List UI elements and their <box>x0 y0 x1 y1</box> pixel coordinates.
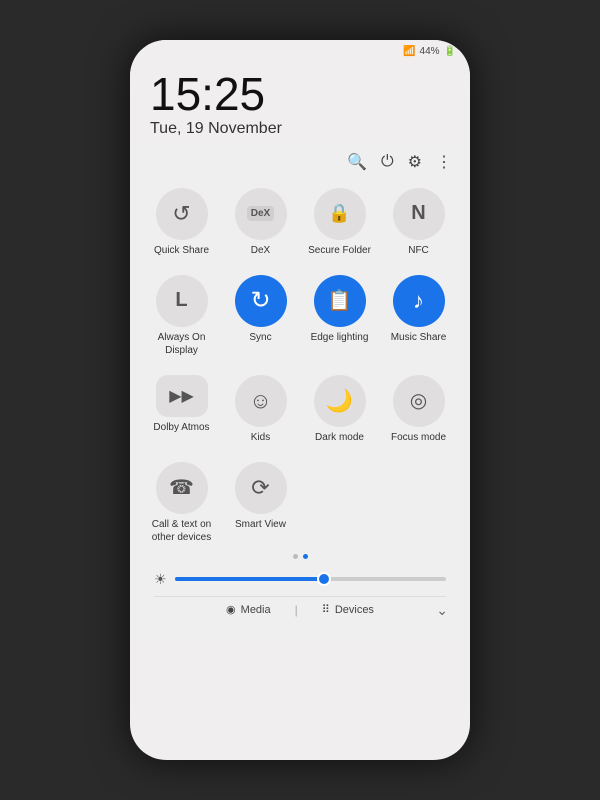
tile-kids[interactable]: ☺ Kids <box>223 367 298 450</box>
focus-mode-label: Focus mode <box>391 431 446 444</box>
tile-focus-mode[interactable]: ◎ Focus mode <box>381 367 456 450</box>
tile-sync[interactable]: ↻ Sync <box>223 267 298 363</box>
tiles-grid: ↺ Quick Share DeX DeX 🔒 Secure Folder N <box>140 180 460 550</box>
devices-label: Devices <box>335 604 374 616</box>
kids-label: Kids <box>251 431 270 444</box>
dex-icon: DeX <box>247 206 274 221</box>
smart-view-icon-wrap: ⟳ <box>235 462 287 514</box>
nfc-icon: N <box>411 202 425 225</box>
bar-divider: | <box>295 603 298 617</box>
music-share-icon: ♪ <box>413 288 424 314</box>
media-button[interactable]: ◉ Media <box>226 603 271 616</box>
dolby-atmos-label: Dolby Atmos <box>153 421 209 434</box>
kids-icon-wrap: ☺ <box>235 375 287 427</box>
brightness-fill <box>175 577 324 581</box>
always-on-display-icon-wrap: L <box>156 275 208 327</box>
page-dots <box>140 550 460 563</box>
kids-icon: ☺ <box>249 388 271 414</box>
clock-time: 15:25 <box>150 69 450 120</box>
tile-music-share[interactable]: ♪ Music Share <box>381 267 456 363</box>
bottom-bar: ◉ Media | ⠿ Devices <box>154 596 446 625</box>
tile-nfc[interactable]: N NFC <box>381 180 456 263</box>
dex-icon-wrap: DeX <box>235 188 287 240</box>
tile-call-text[interactable]: ☎ Call & text on other devices <box>144 454 219 550</box>
signal-icon: 📶 <box>403 46 415 57</box>
dark-mode-icon-wrap: 🌙 <box>314 375 366 427</box>
dark-mode-label: Dark mode <box>315 431 364 444</box>
settings-icon[interactable]: ⚙ <box>408 152 422 172</box>
status-icons: 📶 44% 🔋 <box>403 46 456 57</box>
dex-label: DeX <box>251 244 270 257</box>
dolby-atmos-icon-wrap: ▶▶ <box>156 375 208 417</box>
music-share-icon-wrap: ♪ <box>393 275 445 327</box>
quick-panel: 🔍 ⏻ ⚙ ⋮ ↺ Quick Share DeX DeX <box>130 146 470 637</box>
dark-mode-icon: 🌙 <box>326 388 353 414</box>
sync-icon-wrap: ↻ <box>235 275 287 327</box>
focus-mode-icon-wrap: ◎ <box>393 375 445 427</box>
smart-view-label: Smart View <box>235 518 286 531</box>
brightness-thumb <box>317 572 331 586</box>
chevron-down-icon[interactable]: ⌄ <box>436 602 448 619</box>
search-icon[interactable]: 🔍 <box>347 152 367 172</box>
page-dot-1 <box>293 554 298 559</box>
page-dot-2 <box>303 554 308 559</box>
battery-icon: 🔋 <box>444 46 456 57</box>
brightness-bar-section: ☀ <box>140 563 460 594</box>
phone-frame: 📶 44% 🔋 15:25 Tue, 19 November 🔍 ⏻ ⚙ ⋮ ↺… <box>130 40 470 760</box>
power-icon[interactable]: ⏻ <box>381 153 394 171</box>
secure-folder-icon: 🔒 <box>328 203 350 224</box>
edge-lighting-icon: 📋 <box>327 288 352 313</box>
quick-share-icon: ↺ <box>172 201 190 227</box>
quick-share-label: Quick Share <box>154 244 209 257</box>
nfc-icon-wrap: N <box>393 188 445 240</box>
tile-dark-mode[interactable]: 🌙 Dark mode <box>302 367 377 450</box>
secure-folder-label: Secure Folder <box>308 244 371 257</box>
bottom-nav-area: ◉ Media | ⠿ Devices ⌄ <box>140 594 460 627</box>
call-text-label: Call & text on other devices <box>146 518 217 544</box>
sync-label: Sync <box>249 331 271 344</box>
tile-edge-lighting[interactable]: 📋 Edge lighting <box>302 267 377 363</box>
panel-toolbar: 🔍 ⏻ ⚙ ⋮ <box>140 146 460 180</box>
tile-always-on-display[interactable]: L Always On Display <box>144 267 219 363</box>
quick-share-icon-wrap: ↺ <box>156 188 208 240</box>
edge-lighting-label: Edge lighting <box>311 331 369 344</box>
brightness-track[interactable] <box>175 577 446 581</box>
call-text-icon-wrap: ☎ <box>156 462 208 514</box>
clock-section: 15:25 Tue, 19 November <box>130 59 470 146</box>
always-on-display-icon: L <box>175 289 187 312</box>
devices-icon: ⠿ <box>322 603 330 616</box>
sync-icon: ↻ <box>250 286 270 315</box>
focus-mode-icon: ◎ <box>410 388 427 413</box>
status-bar: 📶 44% 🔋 <box>130 40 470 59</box>
clock-date: Tue, 19 November <box>150 120 450 138</box>
tile-quick-share[interactable]: ↺ Quick Share <box>144 180 219 263</box>
media-icon: ◉ <box>226 603 236 616</box>
battery-text: 44% <box>420 46 440 57</box>
smart-view-icon: ⟳ <box>251 475 269 501</box>
nfc-label: NFC <box>408 244 429 257</box>
dolby-atmos-icon: ▶▶ <box>169 386 194 406</box>
always-on-display-label: Always On Display <box>146 331 217 357</box>
tile-secure-folder[interactable]: 🔒 Secure Folder <box>302 180 377 263</box>
media-label: Media <box>241 604 271 616</box>
brightness-icon: ☀ <box>154 571 167 588</box>
tile-smart-view[interactable]: ⟳ Smart View <box>223 454 298 550</box>
music-share-label: Music Share <box>391 331 447 344</box>
call-text-icon: ☎ <box>169 475 194 500</box>
edge-lighting-icon-wrap: 📋 <box>314 275 366 327</box>
more-icon[interactable]: ⋮ <box>436 152 452 172</box>
secure-folder-icon-wrap: 🔒 <box>314 188 366 240</box>
tile-dex[interactable]: DeX DeX <box>223 180 298 263</box>
devices-button[interactable]: ⠿ Devices <box>322 603 374 616</box>
tile-dolby-atmos[interactable]: ▶▶ Dolby Atmos <box>144 367 219 450</box>
